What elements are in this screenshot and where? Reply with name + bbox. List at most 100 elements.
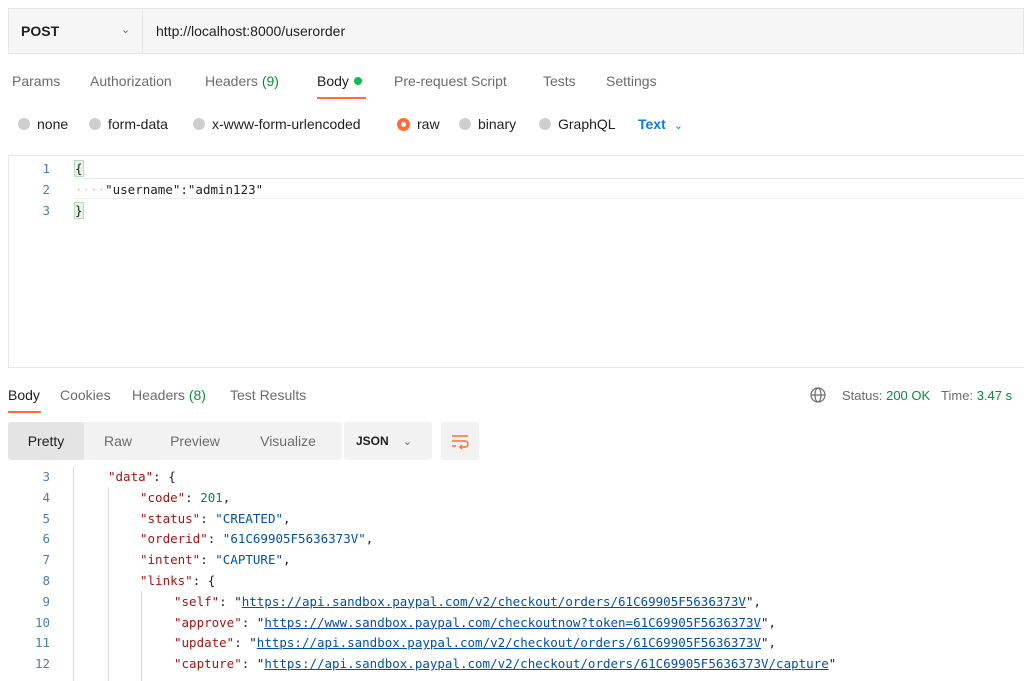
response-status: Status: 200 OK Time: 3.47 s (842, 388, 1012, 403)
response-tab-headers[interactable]: Headers (8) (132, 387, 206, 403)
format-select[interactable]: JSON ⌄ (344, 422, 432, 460)
status-value: 200 OK (886, 388, 931, 403)
body-value: "admin123" (187, 182, 264, 197)
request-line-numbers: 1 2 3 (14, 158, 50, 221)
chevron-down-icon: ⌄ (121, 24, 131, 36)
tab-body[interactable]: Body (317, 73, 362, 89)
json-key: "update" (174, 635, 235, 651)
json-key: "data" (108, 469, 154, 484)
radio-urlencoded-label: x-www-form-urlencoded (212, 116, 361, 132)
view-raw-button[interactable]: Raw (88, 422, 148, 460)
url-input[interactable]: http://localhost:8000/userorder (156, 23, 345, 39)
json-string: "CREATED" (215, 510, 284, 526)
radio-graphql[interactable]: GraphQL (539, 116, 616, 132)
tab-headers[interactable]: Headers (9) (205, 73, 279, 89)
json-key: "links" (140, 572, 193, 588)
approve-link[interactable]: https://www.sandbox.paypal.com/checkoutn… (264, 615, 761, 630)
json-key: "self" (174, 593, 220, 609)
method-select[interactable]: POST ⌄ (9, 9, 143, 53)
tab-authorization[interactable]: Authorization (90, 73, 172, 89)
radio-raw-label: raw (417, 116, 440, 132)
line-number: 8 (42, 572, 50, 588)
wrap-lines-icon (452, 435, 469, 450)
radio-binary-label: binary (478, 116, 517, 132)
json-key: "intent" (140, 552, 201, 568)
radio-raw[interactable]: raw (397, 116, 440, 132)
request-body-code: { ····"username":"admin123" } (74, 158, 264, 221)
self-link[interactable]: https://api.sandbox.paypal.com/v2/checko… (242, 594, 746, 609)
tab-tests[interactable]: Tests (543, 73, 576, 89)
radio-circle-icon (459, 118, 471, 130)
line-number: 9 (42, 593, 50, 609)
response-tab-headers-count: (8) (188, 387, 206, 403)
json-key: "capture" (174, 656, 242, 672)
json-number: 201 (200, 489, 223, 505)
line-number: 7 (42, 552, 50, 568)
radio-selected-icon (397, 117, 410, 131)
tab-headers-label: Headers (205, 73, 258, 89)
raw-type-label: Text (638, 116, 666, 132)
tab-headers-count: (9) (261, 73, 279, 89)
view-visualize-button[interactable]: Visualize (244, 422, 332, 460)
response-tab-cookies[interactable]: Cookies (60, 387, 111, 403)
indent-guide (73, 467, 74, 681)
time-value: 3.47 s (976, 388, 1013, 403)
radio-circle-icon (18, 118, 30, 130)
active-tab-indicator (317, 97, 366, 99)
radio-form-data[interactable]: form-data (89, 116, 168, 132)
json-key: "status" (140, 510, 201, 526)
indent-dots: ···· (75, 182, 106, 197)
response-tab-headers-label: Headers (132, 387, 185, 403)
response-tab-test-results[interactable]: Test Results (230, 387, 306, 403)
radio-graphql-label: GraphQL (558, 116, 616, 132)
response-body-viewer[interactable]: 3 4 5 6 7 8 9 10 11 12 "data": { "code":… (0, 467, 1024, 681)
globe-icon[interactable] (809, 386, 827, 404)
body-indicator-dot (353, 77, 362, 85)
request-url-bar: POST ⌄ http://localhost:8000/userorder (8, 8, 1024, 54)
line-number: 10 (34, 614, 50, 630)
response-active-tab-indicator (8, 411, 41, 413)
time-label: Time: (941, 388, 974, 403)
json-key: "approve" (174, 614, 242, 630)
json-string: "61C69905F5636373V" (222, 531, 366, 547)
radio-none[interactable]: none (18, 116, 68, 132)
view-preview-button[interactable]: Preview (156, 422, 234, 460)
radio-binary[interactable]: binary (459, 116, 516, 132)
update-link[interactable]: https://api.sandbox.paypal.com/v2/checko… (257, 635, 761, 650)
response-tab-body[interactable]: Body (8, 387, 40, 403)
body-colon: : (180, 182, 188, 197)
chevron-down-icon: ⌄ (402, 435, 412, 448)
tab-prerequest-script[interactable]: Pre-request Script (394, 73, 507, 89)
raw-type-select[interactable]: Text ⌄ (638, 116, 683, 132)
format-label: JSON (356, 434, 389, 448)
capture-link[interactable]: https://api.sandbox.paypal.com/v2/checko… (264, 656, 828, 671)
tab-params[interactable]: Params (12, 73, 60, 89)
tab-settings[interactable]: Settings (606, 73, 657, 89)
method-label: POST (21, 23, 60, 39)
response-line-numbers: 3 4 5 6 7 8 9 10 11 12 (14, 467, 50, 675)
line-number: 11 (34, 635, 50, 651)
radio-circle-icon (539, 118, 551, 130)
line-number: 6 (42, 531, 50, 547)
json-key: "code" (140, 489, 186, 505)
radio-none-label: none (37, 116, 69, 132)
radio-form-data-label: form-data (108, 116, 168, 132)
line-number: 4 (42, 489, 50, 505)
open-brace: { (74, 160, 84, 177)
response-code-lines: "data": { "code": 201, "status": "CREATE… (108, 469, 837, 672)
body-key: "username" (105, 182, 181, 197)
view-mode-toolbar: Pretty Raw Preview Visualize (8, 422, 342, 460)
radio-urlencoded[interactable]: x-www-form-urlencoded (193, 116, 361, 132)
line-number: 3 (42, 203, 50, 218)
chevron-down-icon: ⌄ (673, 120, 683, 132)
radio-circle-icon (193, 118, 205, 130)
view-pretty-button[interactable]: Pretty (8, 422, 84, 460)
line-number: 5 (42, 510, 50, 526)
line-number: 2 (42, 182, 50, 197)
json-key: "orderid" (140, 531, 208, 547)
tab-body-label: Body (317, 73, 349, 89)
wrap-lines-button[interactable] (441, 422, 479, 460)
json-string: "CAPTURE" (215, 552, 284, 568)
close-brace: } (74, 202, 84, 219)
line-number: 12 (34, 656, 50, 672)
